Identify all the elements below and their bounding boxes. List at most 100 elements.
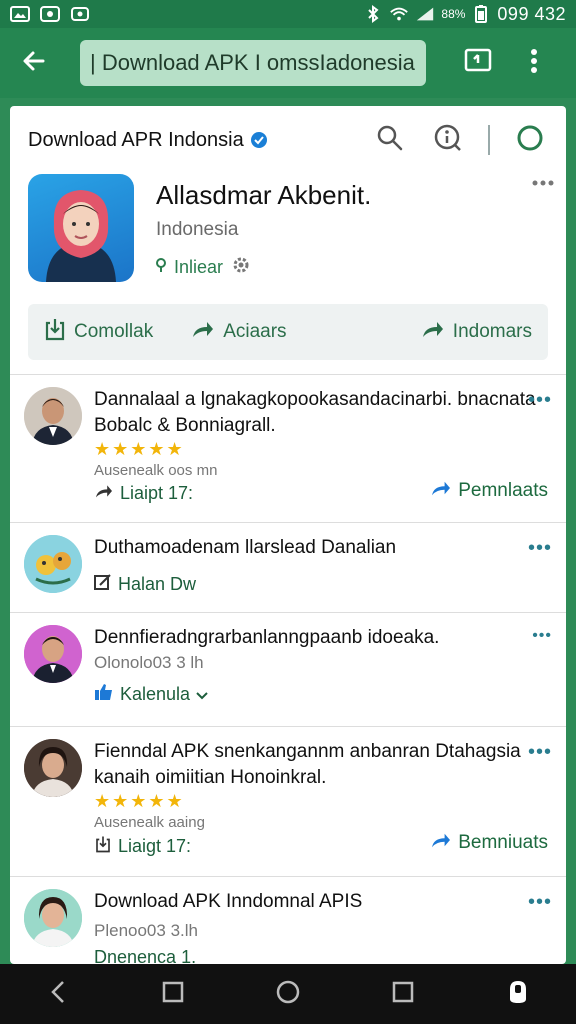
- tab-switcher-button[interactable]: [456, 41, 500, 85]
- feed-item-link-label: Pemnlaats: [458, 480, 548, 501]
- url-field[interactable]: | Download APK I omssIadonesia: [80, 40, 426, 86]
- signal-icon: [415, 6, 435, 22]
- header-divider: [488, 125, 490, 155]
- settings-icon[interactable]: [231, 255, 251, 280]
- avatar[interactable]: [24, 625, 82, 683]
- nav-back-button[interactable]: [36, 972, 80, 1016]
- search-icon: [376, 124, 404, 157]
- more-horizontal-icon[interactable]: •••: [528, 389, 552, 412]
- share-action-button[interactable]: Aciaars: [191, 319, 287, 345]
- nav-home-button[interactable]: [266, 972, 310, 1016]
- avatar[interactable]: [24, 387, 82, 445]
- verified-badge-icon: [250, 131, 268, 149]
- circle-icon: [275, 979, 301, 1010]
- avatar[interactable]: [24, 535, 82, 593]
- feed-item-action-label: Kalenula: [120, 684, 191, 704]
- avatar[interactable]: [24, 739, 82, 797]
- card-more-button[interactable]: [532, 174, 554, 192]
- info-button[interactable]: [430, 122, 466, 158]
- chevron-left-icon: [48, 979, 68, 1010]
- search-button[interactable]: [372, 122, 408, 158]
- feed-item-text: Duthamoadenam llarslead Danalian: [94, 537, 397, 558]
- square-icon: [162, 981, 184, 1008]
- page-header: Download APR Indonsia: [10, 106, 566, 174]
- system-nav-bar: [0, 964, 576, 1024]
- feed-item[interactable]: Dennfieradngrarbanlanngpaanb idoeaka. Ol…: [10, 613, 566, 727]
- more-horizontal-icon[interactable]: •••: [528, 891, 552, 914]
- feed-item[interactable]: Fienndal APK snenkangannm anbanran Dtaha…: [10, 727, 566, 877]
- avatar[interactable]: [24, 889, 82, 947]
- star-rating: ★★★★★: [94, 439, 185, 459]
- thumbs-up-icon: [94, 683, 114, 706]
- feed-item-text: Download APK Inndomnal APIS: [94, 891, 363, 912]
- star-rating: ★★★★★: [94, 791, 185, 811]
- circle-icon: [515, 123, 545, 158]
- feed-item-action-label: Liaigt 17:: [118, 836, 192, 856]
- square-icon: [392, 981, 414, 1008]
- share-arrow-icon: [94, 483, 114, 504]
- feed-item-action-label: Halan Dw: [118, 574, 197, 594]
- forward-action-button[interactable]: Indomars: [421, 319, 532, 345]
- refresh-button[interactable]: [512, 122, 548, 158]
- more-horizontal-icon[interactable]: •••: [528, 537, 552, 560]
- feed-item-link-label: Bemniuats: [458, 832, 548, 853]
- more-horizontal-icon[interactable]: •••: [528, 741, 552, 764]
- trend-arrow-icon: [430, 831, 452, 855]
- share-arrow-icon: [191, 319, 215, 345]
- edit-icon: [94, 573, 112, 596]
- arrow-left-icon: [21, 48, 47, 79]
- actions-row: Comollak Aciaars Indomars: [28, 304, 548, 360]
- status-bar: 88% 099 432: [0, 0, 576, 28]
- bluetooth-icon: [363, 5, 383, 23]
- feed-item-meta: Ausenealk aaing: [94, 814, 205, 831]
- back-button[interactable]: [12, 41, 56, 85]
- share-action-label: Aciaars: [223, 321, 287, 342]
- forward-arrow-icon: [421, 319, 445, 345]
- feed-item-action[interactable]: Kalenula: [94, 683, 552, 706]
- nav-assistant-button[interactable]: [496, 972, 540, 1016]
- nav-recents-button[interactable]: [151, 972, 195, 1016]
- photo-icon: [40, 6, 60, 22]
- download-action-button[interactable]: Comollak: [44, 317, 153, 347]
- image-icon: [10, 6, 30, 22]
- app-card: Allasdmar Akbenit. Indonesia Inliear: [10, 174, 566, 294]
- app-icon[interactable]: [28, 174, 134, 282]
- download-icon: [44, 317, 66, 347]
- more-vertical-icon: [530, 48, 538, 79]
- feed-item-action-label: Liaipt 17:: [120, 483, 194, 503]
- download-icon: [94, 835, 112, 858]
- feed-item[interactable]: Duthamoadenam llarslead Danalian Halan D…: [10, 523, 566, 613]
- overflow-menu-button[interactable]: [518, 41, 550, 85]
- feed-item-text: Dennfieradngrarbanlanngpaanb idoeaka.: [94, 627, 440, 648]
- nav-overview-button[interactable]: [381, 972, 425, 1016]
- app-status: Inliear: [156, 255, 371, 280]
- content-sheet: Download APR Indonsia Allasdmar Akbenit.…: [10, 106, 566, 964]
- status-dot-icon: [156, 257, 166, 278]
- more-horizontal-icon[interactable]: •••: [532, 627, 552, 645]
- app-name: Allasdmar Akbenit.: [156, 180, 372, 210]
- feed-item-text: Dannalaal a lgnakagkopookasandacinarbi. …: [94, 389, 536, 436]
- feed-item-meta: Plenoo03 3.lh: [94, 921, 198, 940]
- feed-item-action[interactable]: Halan Dw: [94, 573, 552, 596]
- camera-icon: [70, 6, 90, 22]
- page-title: Download APR Indonsia: [28, 128, 244, 151]
- app-subtitle: Indonesia: [156, 219, 239, 240]
- feed-item[interactable]: Download APK Inndomnal APIS Plenoo03 3.l…: [10, 877, 566, 964]
- trend-arrow-icon: [430, 479, 452, 503]
- battery-icon: [471, 5, 491, 23]
- chevron-down-icon[interactable]: [196, 684, 208, 705]
- forward-action-label: Indomars: [452, 321, 532, 342]
- feed-item-text: Fienndal APK snenkangannm anbanran Dtaha…: [94, 741, 521, 788]
- feed-item-link[interactable]: Pemnlaats: [430, 479, 548, 503]
- feed-item[interactable]: Dannalaal a lgnakagkopookasandacinarbi. …: [10, 375, 566, 523]
- app-status-label: Inliear: [174, 257, 224, 277]
- feed-item-link[interactable]: Bemniuats: [430, 831, 548, 855]
- download-action-label: Comollak: [74, 321, 154, 342]
- feed-item-action[interactable]: Dnenenca 1.: [94, 947, 552, 964]
- feed-item-meta: Ausenealk oos mn: [94, 462, 218, 479]
- tabs-icon: [464, 48, 492, 79]
- assistant-icon: [506, 979, 530, 1010]
- app-bar: | Download APK I omssIadonesia: [0, 28, 576, 98]
- wifi-icon: [389, 6, 409, 22]
- status-time: 099 432: [497, 3, 566, 24]
